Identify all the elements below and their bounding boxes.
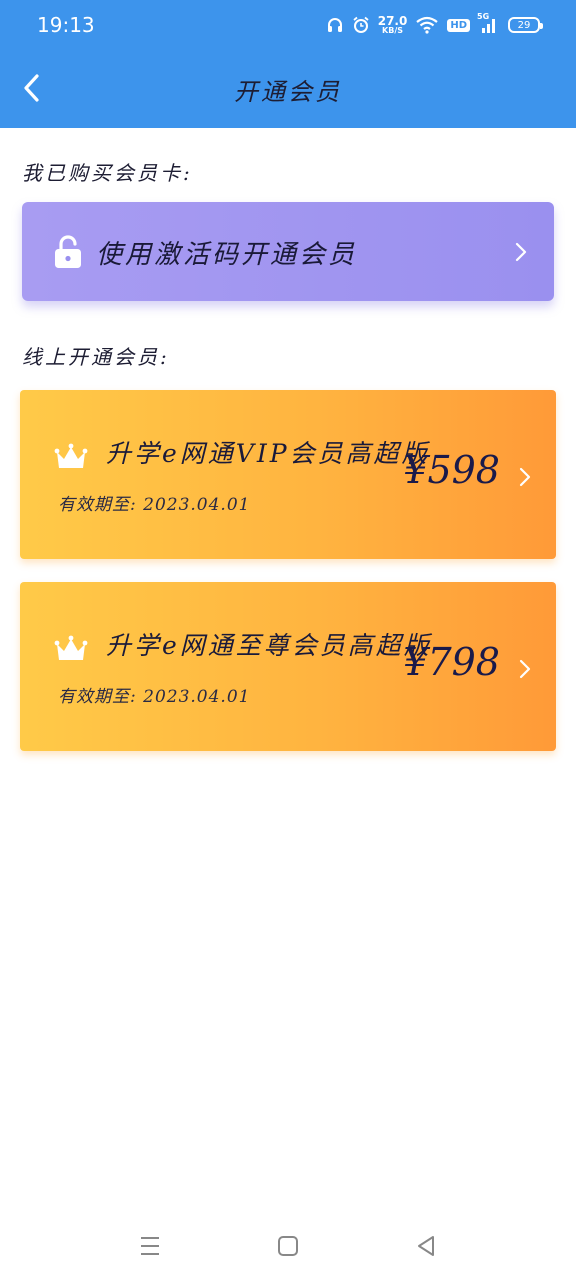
plan-card-vip[interactable]: 升学e网通VIP会员高超版 有效期至: 2023.04.01 ¥598: [20, 390, 556, 559]
header: 19:13 27.0 KB/S HD 5G 29 开通会员: [0, 0, 576, 128]
menu-icon: [141, 1237, 159, 1255]
headphones-icon: [326, 16, 344, 34]
battery-indicator: 29: [508, 17, 543, 33]
page-title: 开通会员: [234, 78, 342, 106]
menu-button[interactable]: [134, 1230, 166, 1262]
back-triangle-icon: [418, 1236, 434, 1256]
status-time: 19:13: [37, 13, 95, 37]
wifi-icon: [415, 16, 439, 34]
crown-icon: [54, 635, 88, 660]
activate-code-button[interactable]: 使用激活码开通会员: [22, 202, 554, 301]
lock-icon: [55, 235, 81, 268]
alarm-icon: [352, 16, 370, 34]
status-icons: 27.0 KB/S HD 5G 29: [326, 12, 543, 38]
plan-name: 升学e网通VIP会员高超版: [106, 439, 430, 468]
hd-badge: HD: [447, 18, 470, 32]
purchased-section-label: 我已购买会员卡:: [22, 161, 193, 185]
plan-expiry: 有效期至: 2023.04.01: [58, 687, 251, 707]
signal-icon: 5G: [477, 12, 500, 34]
crown-icon: [54, 443, 88, 468]
chevron-right-icon: [519, 659, 531, 679]
plan-price: ¥598: [403, 448, 500, 492]
system-back-button[interactable]: [410, 1230, 442, 1262]
status-bar: 19:13 27.0 KB/S HD 5G 29: [0, 0, 576, 50]
home-icon: [278, 1236, 298, 1256]
system-nav-bar: [0, 1214, 576, 1280]
chevron-right-icon: [519, 467, 531, 487]
plan-card-supreme[interactable]: 升学e网通至尊会员高超版 有效期至: 2023.04.01 ¥798: [20, 582, 556, 751]
plan-price: ¥798: [403, 640, 500, 684]
online-section-label: 线上开通会员:: [22, 345, 170, 369]
plan-name: 升学e网通至尊会员高超版: [106, 631, 432, 660]
home-button[interactable]: [272, 1230, 304, 1262]
activate-button-label: 使用激活码开通会员: [96, 240, 358, 270]
network-type: 5G: [477, 12, 490, 21]
title-bar: 开通会员: [0, 56, 576, 120]
plan-expiry: 有效期至: 2023.04.01: [58, 495, 251, 515]
chevron-right-icon: [515, 242, 527, 262]
network-speed: 27.0 KB/S: [377, 14, 408, 35]
